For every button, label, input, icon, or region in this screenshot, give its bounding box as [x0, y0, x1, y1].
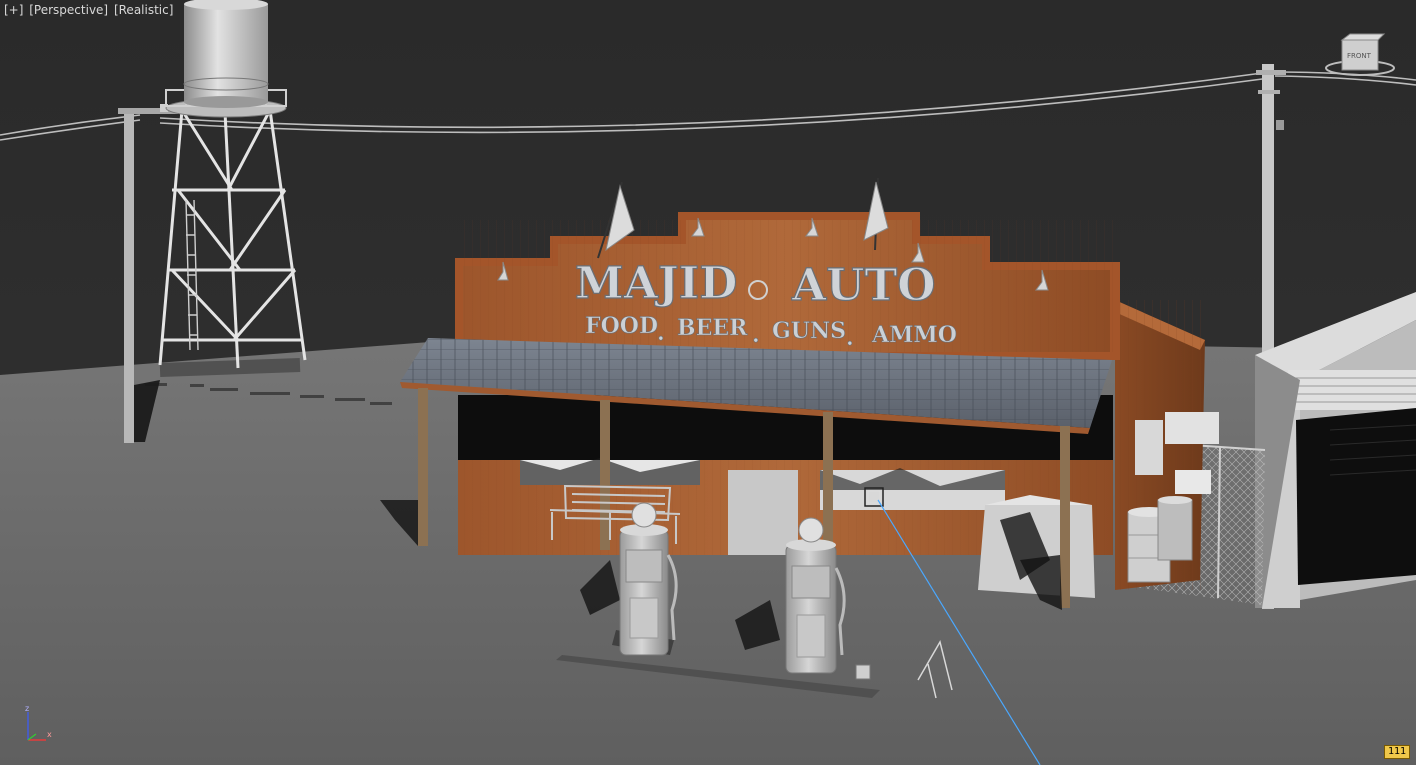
tagline-beer: BEER [677, 315, 748, 341]
perspective-scene[interactable]: MAJID AUTO FOOD . BEER . GUNS . AMMO FRO… [0, 0, 1416, 765]
sign-word-auto: AUTO [791, 260, 936, 311]
axis-z-label: z [25, 704, 29, 713]
tagline-food: FOOD [585, 313, 658, 339]
axis-x-label: x [47, 730, 52, 739]
viewcube-front-label: FRONT [1347, 52, 1372, 60]
tagline-guns: GUNS [772, 318, 846, 344]
store-door[interactable] [728, 470, 798, 555]
tagline-dot-2: . [752, 322, 760, 348]
tagline-dot-1: . [657, 320, 665, 346]
tagline-dot-3: . [846, 325, 854, 351]
viewport-shading-menu[interactable]: [Realistic] [114, 3, 173, 17]
statistics-badge[interactable]: 111 [1383, 745, 1410, 759]
tagline-ammo: AMMO [871, 322, 957, 348]
viewport-label-menu: [+] [Perspective] [Realistic] [4, 3, 175, 17]
3d-viewport[interactable]: MAJID AUTO FOOD . BEER . GUNS . AMMO FRO… [0, 0, 1416, 765]
bucket[interactable] [855, 664, 871, 680]
sign-word-majid: MAJID [575, 258, 737, 309]
viewport-general-menu[interactable]: [+] [4, 3, 23, 17]
viewport-point-of-view-menu[interactable]: [Perspective] [29, 3, 108, 17]
